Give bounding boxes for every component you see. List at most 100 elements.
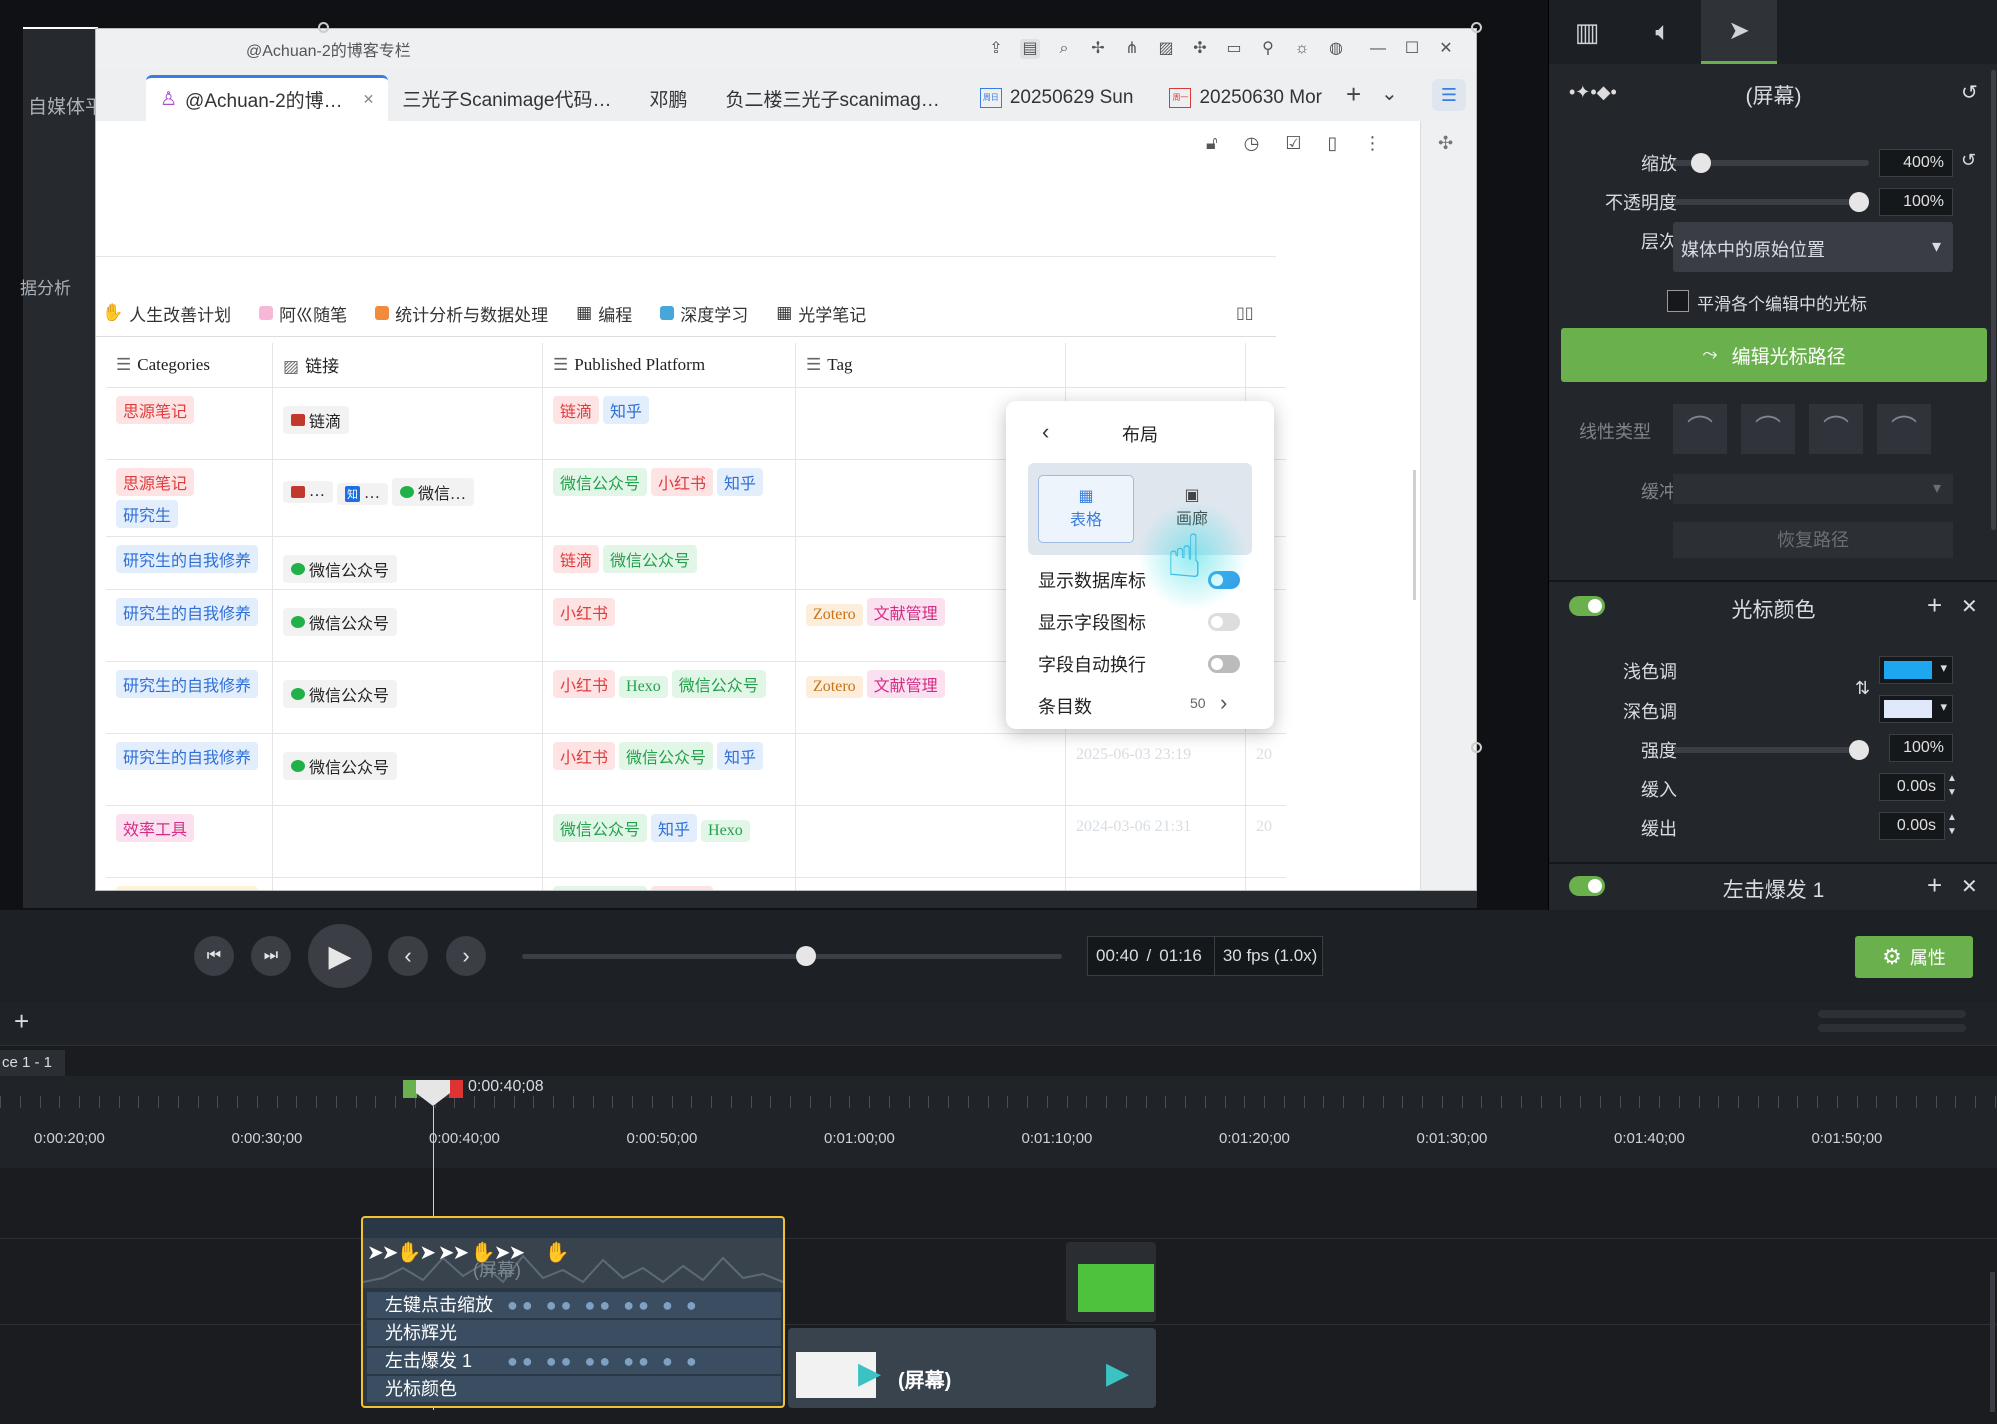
range-end-marker[interactable]: [449, 1080, 463, 1098]
table-cell[interactable]: 微信公众号: [272, 589, 544, 662]
table-cell[interactable]: 研究生的自我修养: [106, 536, 274, 590]
table-cell[interactable]: [795, 877, 1067, 890]
reset-icon[interactable]: ↺: [1961, 80, 1978, 105]
table-cell[interactable]: … 知… 微信…: [272, 459, 544, 537]
nav-item[interactable]: ✋ 人生改善计划: [102, 301, 231, 326]
extra-cell[interactable]: 20: [1245, 805, 1286, 878]
dark-tone-picker[interactable]: ▾: [1879, 695, 1953, 723]
table-cell[interactable]: 链滴 知乎: [542, 387, 797, 460]
resize-handle[interactable]: [318, 22, 329, 33]
unlock-icon[interactable]: 🔓︎: [1206, 133, 1218, 154]
graph-icon[interactable]: ✣: [1438, 133, 1453, 154]
tab-scanimage-b2[interactable]: 负二楼三光子scanimag…: [711, 75, 953, 121]
ease-out-value[interactable]: 0.00s: [1879, 812, 1945, 840]
scene-tab[interactable]: ce 1 - 1: [0, 1050, 65, 1076]
table-cell[interactable]: 微信公众号 知乎 Hexo: [542, 805, 797, 878]
col-header-date[interactable]: [1065, 343, 1247, 388]
checkbox-icon[interactable]: ☑: [1285, 133, 1301, 154]
add-icon[interactable]: +: [1927, 870, 1942, 901]
slider-knob[interactable]: [1849, 740, 1869, 760]
col-header-tag[interactable]: ☰ Tag: [795, 343, 1067, 388]
more-icon[interactable]: ⋮: [1363, 133, 1381, 154]
restore-path-button[interactable]: 恢复路径: [1673, 522, 1953, 558]
table-cell[interactable]: 思源笔记: [106, 387, 274, 460]
history-icon[interactable]: ◷: [1244, 133, 1260, 154]
option-row[interactable]: 条目数 50 ›: [1038, 690, 1274, 723]
scale-slider[interactable]: [1673, 153, 1869, 173]
nav-item[interactable]: ▦ 光学笔记: [776, 301, 866, 326]
new-tab-icon[interactable]: +: [1346, 79, 1361, 110]
slider-knob[interactable]: [1690, 153, 1711, 173]
date-cell[interactable]: 2025-03-26 17:26: [1065, 877, 1247, 890]
col-header-categories[interactable]: ☰ Categories: [106, 343, 274, 388]
table-cell[interactable]: 研究生的自我修养: [106, 661, 274, 734]
opacity-slider[interactable]: [1673, 192, 1869, 212]
swap-icon[interactable]: ⇅: [1855, 678, 1870, 699]
maximize-icon[interactable]: ☐: [1402, 39, 1422, 59]
table-row[interactable]: 研究生的自我修养 微信公众号 小红书 微信公众号 知乎 2025-06-03 23:19 2…: [106, 733, 1286, 806]
slider-knob[interactable]: [1849, 192, 1869, 212]
stepper-icon[interactable]: ▲ ▼: [1947, 811, 1957, 839]
table-cell[interactable]: 微信公众号 小红书 知乎: [542, 459, 797, 537]
curve-ease-both-icon[interactable]: ⌒: [1877, 404, 1931, 454]
table-cell[interactable]: 研究生的自我修养: [106, 589, 274, 662]
link-chip[interactable]: 微信…: [392, 477, 475, 506]
screen-clip[interactable]: (屏幕) ▶ ▶: [788, 1328, 1156, 1408]
col-header-extra[interactable]: [1245, 343, 1286, 388]
tab-dengpeng[interactable]: 邓鹏: [635, 75, 701, 121]
table-cell[interactable]: 神经科学数据分析: [106, 877, 274, 890]
link-chip[interactable]: 微信公众号: [283, 679, 398, 708]
table-row[interactable]: 效率工具 微信公众号 知乎 Hexo 2024-03-06 21:31 20: [106, 805, 1286, 878]
layout-icon[interactable]: ▯▯: [1236, 303, 1254, 323]
link-chip[interactable]: 微信公众号: [283, 607, 398, 636]
edit-cursor-path-button[interactable]: ⤳ 编辑光标路径: [1561, 328, 1987, 382]
table-cell[interactable]: [795, 805, 1067, 878]
image-icon[interactable]: ▨: [1156, 39, 1176, 59]
step-forward-button[interactable]: ⏭: [251, 936, 291, 976]
nav-item[interactable]: ▦ 编程: [576, 301, 632, 326]
table-cell[interactable]: 链滴: [272, 387, 544, 460]
fps-label[interactable]: 30 fps (1.0x): [1213, 936, 1317, 976]
link-chip[interactable]: 链滴: [283, 405, 350, 434]
zoom-slider[interactable]: [1818, 1024, 1966, 1032]
timeline-scrollbar[interactable]: [1990, 1272, 1995, 1412]
cursor-tab[interactable]: ➤: [1701, 0, 1777, 64]
smooth-checkbox[interactable]: [1667, 290, 1689, 312]
ruler[interactable]: 0:00:20;00 0:00:30;00 0:00:40;00 0:00:50;00…: [0, 1076, 1997, 1168]
add-track-icon[interactable]: +: [14, 1006, 29, 1037]
tab-scanimage[interactable]: 三光子Scanimage代码…: [388, 75, 625, 121]
layer-dropdown[interactable]: 媒体中的原始位置 ▾: [1673, 222, 1953, 272]
play-button[interactable]: ▶: [308, 924, 372, 988]
close-icon[interactable]: ✕: [1961, 594, 1978, 619]
green-media-clip[interactable]: [1066, 1242, 1156, 1322]
table-cell[interactable]: 微信公众号: [272, 877, 544, 890]
plugin-icon[interactable]: ✣: [1190, 39, 1210, 59]
date-cell[interactable]: 2025-06-03 23:19: [1065, 733, 1247, 806]
table-cell[interactable]: 小红书 Hexo 微信公众号: [542, 661, 797, 734]
chevron-down-icon[interactable]: ⌄: [1381, 81, 1398, 106]
outline-icon[interactable]: ☰: [1432, 79, 1466, 111]
link-chip[interactable]: 微信公众号: [283, 751, 398, 780]
next-button[interactable]: ›: [446, 936, 486, 976]
close-icon[interactable]: ✕: [1961, 874, 1978, 899]
close-icon[interactable]: ✕: [1436, 39, 1456, 59]
visual-tab[interactable]: ▥: [1549, 0, 1625, 64]
range-start-marker[interactable]: [403, 1080, 417, 1098]
effect-row[interactable]: 光标颜色: [367, 1376, 781, 1402]
brightness-icon[interactable]: ☼: [1292, 39, 1312, 59]
add-icon[interactable]: +: [1927, 590, 1942, 621]
view-table-button[interactable]: ▦ 表格: [1038, 475, 1134, 543]
effect-row[interactable]: 左键点击缩放 ●● ●● ●● ●● ● ●: [367, 1292, 781, 1318]
effect-row[interactable]: 光标辉光: [367, 1320, 781, 1346]
extra-cell[interactable]: 20: [1245, 733, 1286, 806]
page-scrollbar[interactable]: [1413, 470, 1416, 600]
col-header-link[interactable]: ▨ 链接: [272, 343, 544, 388]
table-cell[interactable]: 微信公众号: [272, 536, 544, 590]
palette-icon[interactable]: ◍: [1326, 39, 1346, 59]
link-chip[interactable]: …: [283, 480, 334, 503]
effect-row[interactable]: 左击爆发 1 ●● ●● ●● ●● ● ●: [367, 1348, 781, 1374]
resize-handle[interactable]: [1471, 22, 1482, 33]
nav-item[interactable]: 统计分析与数据处理: [375, 301, 548, 326]
curve-ease-out-icon[interactable]: ⌒: [1809, 404, 1863, 454]
properties-button[interactable]: ⚙ 属性: [1855, 936, 1973, 978]
